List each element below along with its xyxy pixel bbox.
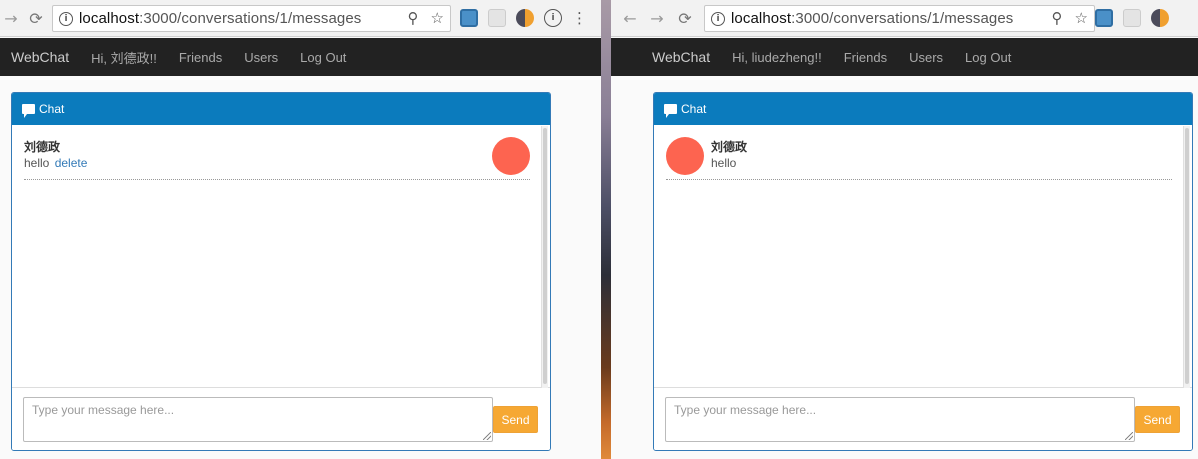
extensions-area: i ⋮ [460, 9, 587, 27]
bookmark-star-icon[interactable]: ☆ [1075, 9, 1088, 27]
nav-friends-link[interactable]: Friends [179, 50, 222, 65]
messages-scrollbar[interactable] [1183, 126, 1190, 388]
screenshot-extension-icon[interactable] [460, 9, 478, 27]
chat-panel-title: Chat [39, 102, 65, 116]
info-icon[interactable]: i [711, 11, 725, 26]
message-content: 刘德政 hello delete [24, 139, 87, 171]
back-icon[interactable]: ← [619, 7, 641, 29]
nav-friends-link[interactable]: Friends [844, 50, 887, 65]
chat-bubble-icon [22, 104, 35, 118]
resize-grip-icon[interactable] [483, 432, 491, 440]
reload-icon[interactable]: ⟳ [674, 7, 696, 29]
messages-list[interactable]: 刘德政 hello [654, 126, 1192, 388]
message-input[interactable]: Type your message here... [23, 397, 493, 442]
chat-panel-heading: Chat [654, 93, 1192, 125]
composer: Type your message here... Send [12, 389, 550, 450]
address-bar[interactable]: i localhost:3000/conversations/1/message… [704, 5, 1095, 32]
greeting-link[interactable]: Hi, liudezheng!! [732, 50, 822, 65]
avatar [666, 137, 704, 175]
messages-scrollbar[interactable] [541, 126, 548, 388]
address-bar[interactable]: i localhost:3000/conversations/1/message… [52, 5, 451, 32]
chat-bubble-icon [664, 104, 677, 118]
reload-icon[interactable]: ⟳ [25, 7, 47, 29]
message-content: 刘德政 hello [711, 139, 747, 171]
app-navbar: WebChat Hi, 刘德政!! Friends Users Log Out [0, 38, 601, 76]
nav-users-link[interactable]: Users [909, 50, 943, 65]
left-browser-window: → ⟳ i localhost:3000/conversations/1/mes… [0, 0, 601, 459]
forward-icon[interactable]: → [0, 7, 22, 29]
theme-extension-icon[interactable] [1151, 9, 1169, 27]
messages-list[interactable]: 刘德政 hello delete [12, 126, 550, 388]
image-extension-icon[interactable] [1123, 9, 1141, 27]
bookmark-star-icon[interactable]: ☆ [431, 9, 444, 27]
chat-panel: Chat 刘德政 hello delete Type your message … [11, 92, 551, 451]
extensions-area [1095, 9, 1169, 27]
zoom-icon[interactable]: ⚲ [1052, 9, 1063, 27]
forward-icon[interactable]: → [646, 7, 668, 29]
browser-toolbar: ← → ⟳ i localhost:3000/conversations/1/m… [611, 0, 1198, 37]
theme-extension-icon[interactable] [516, 9, 534, 27]
avatar [492, 137, 530, 175]
delete-message-link[interactable]: delete [55, 156, 88, 170]
send-button[interactable]: Send [493, 406, 538, 433]
desktop-wallpaper-strip [601, 0, 611, 459]
message-author: 刘德政 [24, 140, 61, 154]
message-author: 刘德政 [711, 140, 748, 154]
message-input[interactable]: Type your message here... [665, 397, 1135, 442]
message-text: hello [24, 156, 50, 170]
message-item: 刘德政 hello delete [24, 134, 530, 180]
right-browser-window: ← → ⟳ i localhost:3000/conversations/1/m… [611, 0, 1198, 459]
composer: Type your message here... Send [654, 389, 1192, 450]
message-text: hello [711, 156, 737, 170]
nav-logout-link[interactable]: Log Out [300, 50, 346, 65]
message-input-placeholder: Type your message here... [32, 403, 175, 417]
info-extension-icon[interactable]: i [544, 9, 562, 27]
send-button[interactable]: Send [1135, 406, 1180, 433]
app-navbar: WebChat Hi, liudezheng!! Friends Users L… [611, 38, 1198, 76]
chat-panel: Chat 刘德政 hello Type your message here...… [653, 92, 1193, 451]
url-text: localhost:3000/conversations/1/messages [731, 10, 1014, 27]
screenshot-extension-icon[interactable] [1095, 9, 1113, 27]
info-icon[interactable]: i [59, 11, 73, 26]
brand-link[interactable]: WebChat [652, 49, 710, 65]
chat-panel-heading: Chat [12, 93, 550, 125]
greeting-link[interactable]: Hi, 刘德政!! [91, 48, 157, 67]
zoom-icon[interactable]: ⚲ [408, 9, 419, 27]
chat-panel-title: Chat [681, 102, 707, 116]
brand-link[interactable]: WebChat [11, 49, 69, 65]
message-input-placeholder: Type your message here... [674, 403, 817, 417]
message-item: 刘德政 hello [666, 134, 1172, 180]
nav-users-link[interactable]: Users [244, 50, 278, 65]
image-extension-icon[interactable] [488, 9, 506, 27]
resize-grip-icon[interactable] [1125, 432, 1133, 440]
url-text: localhost:3000/conversations/1/messages [79, 10, 362, 27]
browser-toolbar: → ⟳ i localhost:3000/conversations/1/mes… [0, 0, 601, 37]
menu-kebab-icon[interactable]: ⋮ [572, 9, 587, 27]
nav-logout-link[interactable]: Log Out [965, 50, 1011, 65]
